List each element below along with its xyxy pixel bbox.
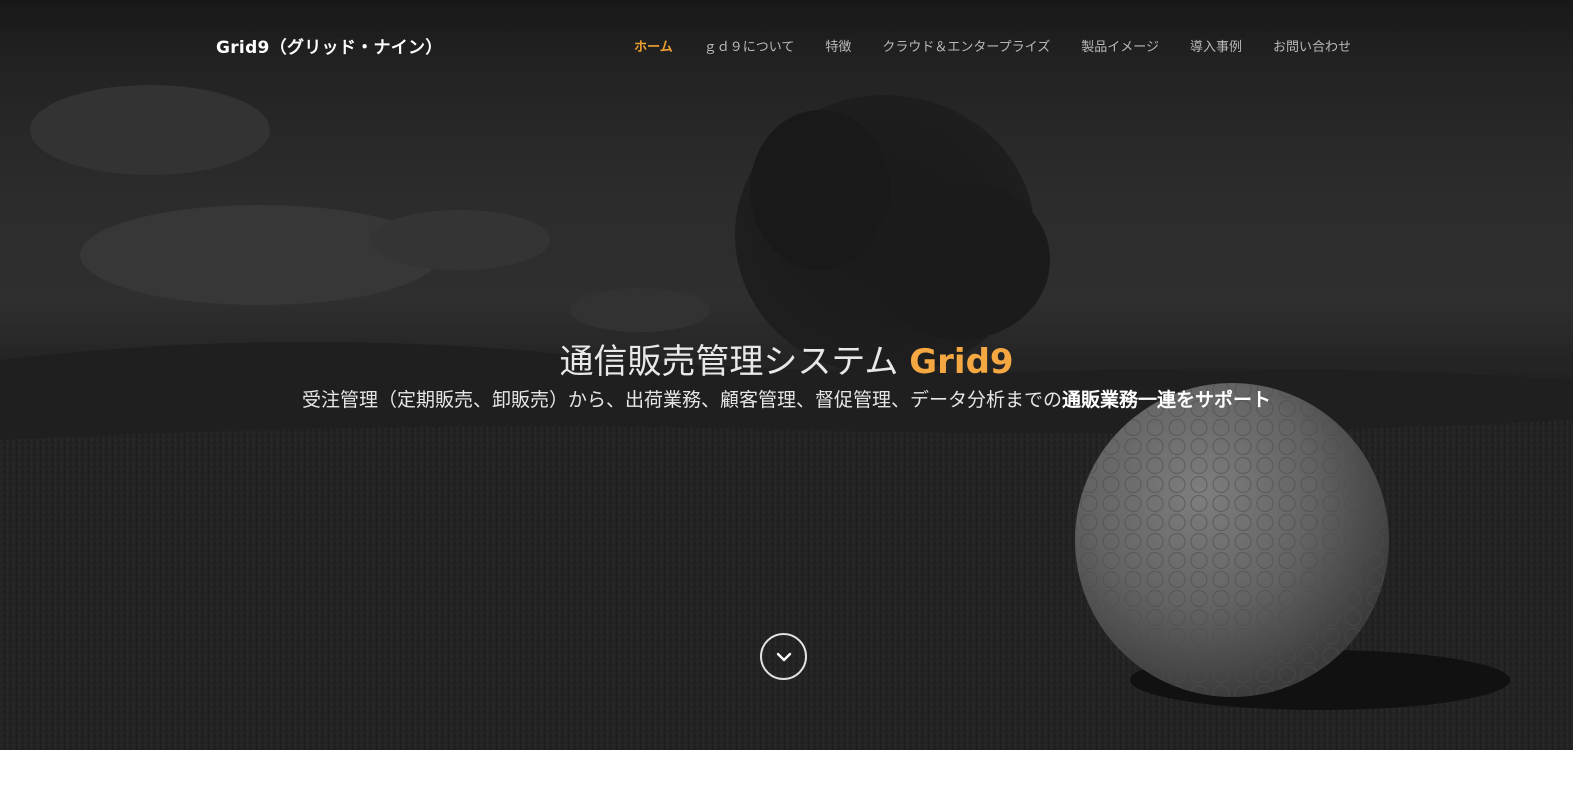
hero-title-main: 通信販売管理システム — [559, 342, 910, 382]
hero-subtitle-bold: 通販業務一連をサポート — [1062, 389, 1272, 411]
hero-section: Grid9（グリッド・ナイン） ホーム ｇｄ９について 特徴 クラウド＆エンター… — [0, 0, 1573, 750]
nav-item-case-studies[interactable]: 導入事例 — [1190, 36, 1242, 55]
nav-item-about[interactable]: ｇｄ９について — [704, 36, 795, 55]
nav-item-product-images[interactable]: 製品イメージ — [1081, 36, 1159, 55]
nav-item-home[interactable]: ホーム — [634, 36, 673, 55]
main-nav: ホーム ｇｄ９について 特徴 クラウド＆エンタープライズ 製品イメージ 導入事例… — [603, 36, 1351, 55]
scroll-down-button[interactable] — [760, 633, 807, 680]
page-below-hero — [0, 750, 1573, 787]
hero-subtitle: 受注管理（定期販売、卸販売）から、出荷業務、顧客管理、督促管理、データ分析までの… — [0, 385, 1573, 412]
nav-item-cloud-enterprise[interactable]: クラウド＆エンタープライズ — [882, 36, 1050, 55]
chevron-down-icon — [776, 652, 791, 661]
hero-title-accent: Grid9 — [909, 342, 1014, 382]
hero-subtitle-main: 受注管理（定期販売、卸販売）から、出荷業務、顧客管理、督促管理、データ分析までの — [301, 389, 1062, 411]
nav-item-contact[interactable]: お問い合わせ — [1273, 36, 1351, 55]
hero-title: 通信販売管理システム Grid9 — [0, 334, 1573, 383]
site-brand[interactable]: Grid9（グリッド・ナイン） — [216, 33, 443, 58]
nav-item-features[interactable]: 特徴 — [825, 36, 851, 55]
